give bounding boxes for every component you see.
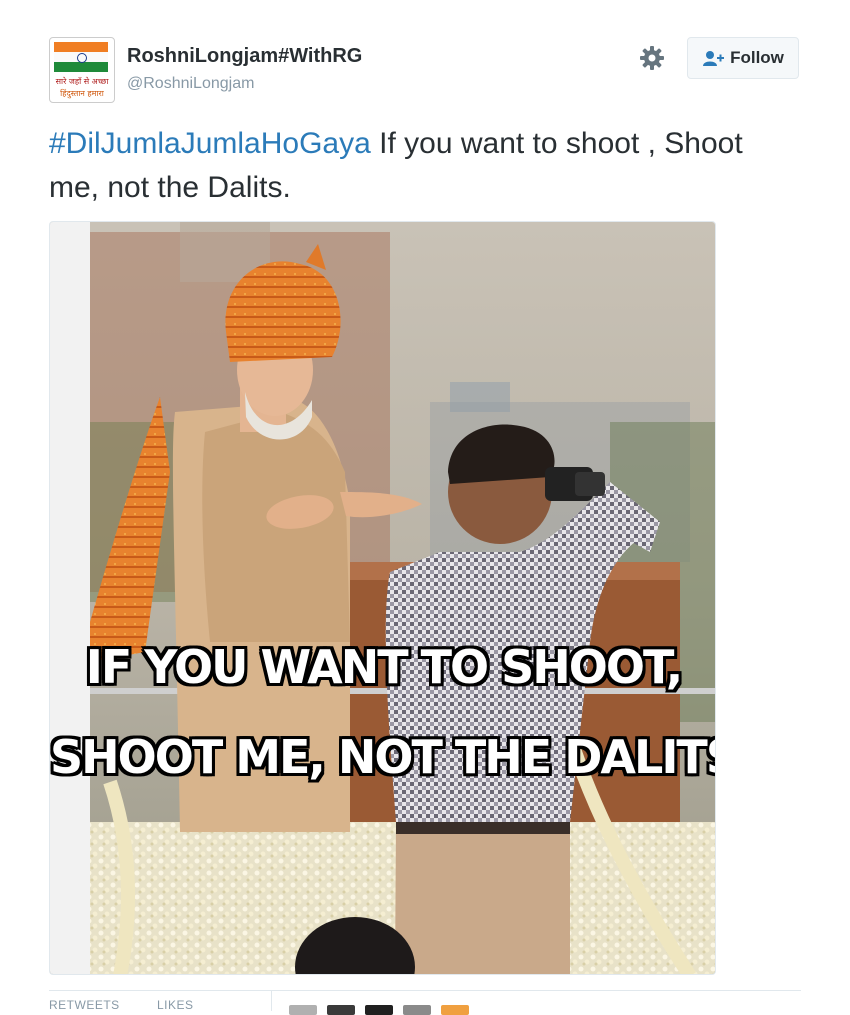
user-handle[interactable]: @RoshniLongjam [127,75,254,93]
liker-avatar[interactable] [441,1005,469,1015]
follow-button[interactable]: Follow [687,37,799,79]
tweet-photo[interactable]: IF YOU WANT TO SHOOT, SHOOT ME, NOT THE … [49,221,716,975]
flag-green-stripe [54,62,108,72]
tweet-text: #DilJumlaJumlaHoGaya If you want to shoo… [49,122,799,210]
meme-caption-line-2: SHOOT ME, NOT THE DALITS. [50,730,716,784]
photo-scene [50,222,715,974]
follow-label: Follow [730,48,784,67]
meme-caption-line-1: IF YOU WANT TO SHOOT, [85,640,684,694]
liker-avatar[interactable] [327,1005,355,1015]
stats-divider [271,991,272,1011]
tweet-stats: RETWEETS LIKES [49,990,801,1015]
flag-saffron-stripe [54,42,108,52]
avatar[interactable]: सारे जहाँ से अच्छा हिंदुस्तान हमारा [49,37,115,103]
display-name[interactable]: RoshniLongjam#WithRG [127,45,362,68]
tweet-header: सारे जहाँ से अच्छा हिंदुस्तान हमारा Rosh… [49,35,801,105]
avatar-caption-2: हिंदुस्तान हमारा [60,89,104,98]
hashtag-link[interactable]: #DilJumlaJumlaHoGaya [49,127,371,160]
gear-icon[interactable] [639,45,665,71]
flag-chakra-icon [77,53,87,63]
liker-avatar[interactable] [365,1005,393,1015]
avatar-caption-1: सारे जहाँ से अच्छा [55,77,109,86]
liker-avatar[interactable] [403,1005,431,1015]
add-user-icon [703,51,725,66]
liker-avatar[interactable] [289,1005,317,1015]
